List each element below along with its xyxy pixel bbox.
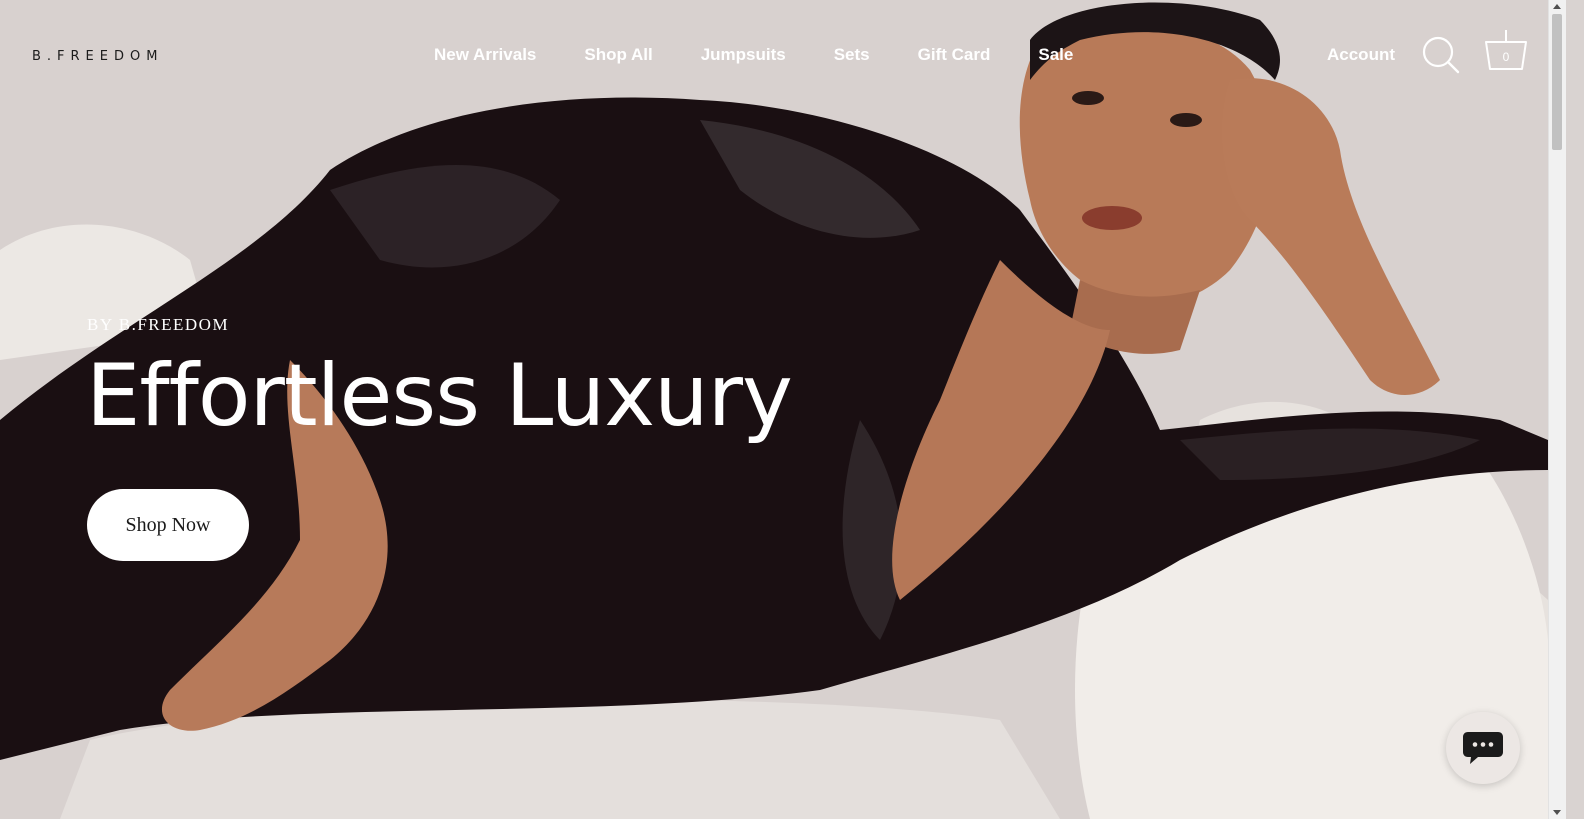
shop-now-button[interactable]: Shop Now — [87, 489, 249, 561]
chat-bubble-icon — [1463, 732, 1503, 764]
nav-shop-all[interactable]: Shop All — [584, 45, 652, 65]
account-link[interactable]: Account — [1327, 45, 1395, 65]
chat-button[interactable] — [1446, 712, 1520, 784]
nav-sale[interactable]: Sale — [1038, 45, 1073, 65]
scroll-down-arrow-icon[interactable] — [1553, 810, 1561, 815]
cart-button[interactable]: 0 — [1484, 30, 1528, 72]
scroll-thumb[interactable] — [1552, 14, 1562, 150]
main-nav: New Arrivals Shop All Jumpsuits Sets Gif… — [434, 45, 1121, 65]
site-header: B.FREEDOM New Arrivals Shop All Jumpsuit… — [0, 0, 1548, 112]
nav-jumpsuits[interactable]: Jumpsuits — [701, 45, 786, 65]
nav-gift-card[interactable]: Gift Card — [918, 45, 991, 65]
scroll-up-arrow-icon[interactable] — [1553, 4, 1561, 9]
hero-eyebrow: BY B.FREEDOM — [87, 315, 230, 334]
page-scrollbar[interactable] — [1548, 0, 1566, 819]
nav-sets[interactable]: Sets — [834, 45, 870, 65]
hero-title: Effortless Luxury — [86, 346, 793, 446]
search-button[interactable] — [1422, 36, 1460, 74]
page: B.FREEDOM New Arrivals Shop All Jumpsuit… — [0, 0, 1584, 819]
nav-new-arrivals[interactable]: New Arrivals — [434, 45, 536, 65]
brand-logo[interactable]: B.FREEDOM — [32, 49, 163, 64]
search-icon — [1422, 36, 1460, 74]
cart-count: 0 — [1502, 50, 1510, 64]
